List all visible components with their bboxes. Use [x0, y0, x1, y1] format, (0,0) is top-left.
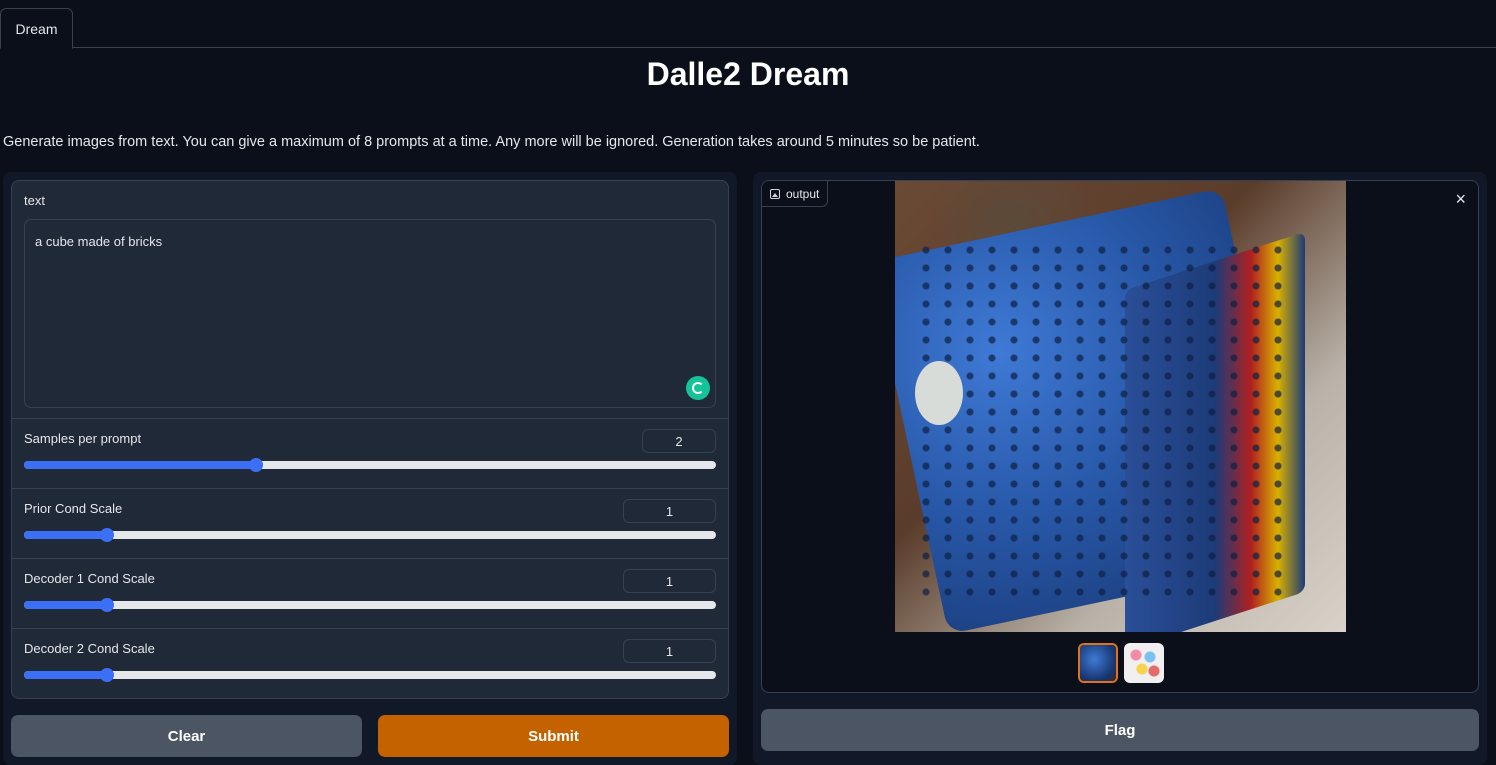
- samples-slider[interactable]: [24, 458, 716, 472]
- slider-label: Decoder 2 Cond Scale: [24, 641, 155, 656]
- thumbnail-strip: [1078, 643, 1164, 683]
- slider-fill: [24, 601, 108, 609]
- tab-bar: Dream: [0, 0, 1496, 49]
- thumbnail-2[interactable]: [1124, 643, 1164, 683]
- output-image[interactable]: [895, 181, 1346, 632]
- brick-texture: [915, 241, 1295, 601]
- decoder1-number-input[interactable]: 1: [623, 569, 716, 593]
- text-label: text: [24, 193, 45, 208]
- slider-fill: [24, 461, 256, 469]
- slider-decoder-1-cond-scale: Decoder 1 Cond Scale 1: [12, 559, 728, 629]
- flag-button[interactable]: Flag: [761, 709, 1479, 751]
- slider-thumb[interactable]: [248, 458, 263, 472]
- slider-label: Decoder 1 Cond Scale: [24, 571, 155, 586]
- output-gallery: output ×: [761, 180, 1479, 693]
- text-block: text a cube made of bricks: [12, 181, 728, 419]
- text-input[interactable]: a cube made of bricks: [24, 219, 716, 408]
- clear-button[interactable]: Clear: [11, 715, 362, 757]
- page-title: Dalle2 Dream: [646, 56, 850, 92]
- slider-label: Samples per prompt: [24, 431, 142, 446]
- output-label: output: [762, 181, 829, 207]
- slider-label: Prior Cond Scale: [24, 501, 123, 516]
- slider-fill: [24, 671, 108, 679]
- input-form: text a cube made of bricks Samples per p…: [11, 180, 729, 699]
- prior-cond-slider[interactable]: [24, 528, 716, 542]
- tab-dream[interactable]: Dream: [0, 8, 73, 49]
- slider-fill: [24, 531, 108, 539]
- decoder2-number-input[interactable]: 1: [623, 639, 716, 663]
- image-icon: [770, 188, 780, 199]
- decoder1-slider[interactable]: [24, 598, 716, 612]
- decoder2-slider[interactable]: [24, 668, 716, 682]
- white-blob: [915, 361, 963, 425]
- prior-cond-number-input[interactable]: 1: [623, 499, 716, 523]
- submit-button[interactable]: Submit: [378, 715, 729, 757]
- samples-number-input[interactable]: 2: [642, 429, 716, 453]
- thumbnail-image: [1080, 645, 1116, 681]
- slider-thumb[interactable]: [100, 668, 115, 682]
- page-description: Generate images from text. You can give …: [3, 134, 980, 150]
- input-column: text a cube made of bricks Samples per p…: [3, 172, 737, 765]
- close-icon[interactable]: ×: [1455, 189, 1466, 210]
- slider-samples-per-prompt: Samples per prompt 2: [12, 419, 728, 489]
- thumbnail-image: [1124, 643, 1164, 683]
- output-column: output × Flag: [753, 172, 1487, 765]
- slider-thumb[interactable]: [100, 528, 115, 542]
- thumbnail-1[interactable]: [1078, 643, 1118, 683]
- grammarly-icon[interactable]: [686, 376, 710, 400]
- output-label-text: output: [786, 186, 820, 201]
- slider-prior-cond-scale: Prior Cond Scale 1: [12, 489, 728, 559]
- slider-thumb[interactable]: [100, 598, 115, 612]
- slider-decoder-2-cond-scale: Decoder 2 Cond Scale 1: [12, 629, 728, 698]
